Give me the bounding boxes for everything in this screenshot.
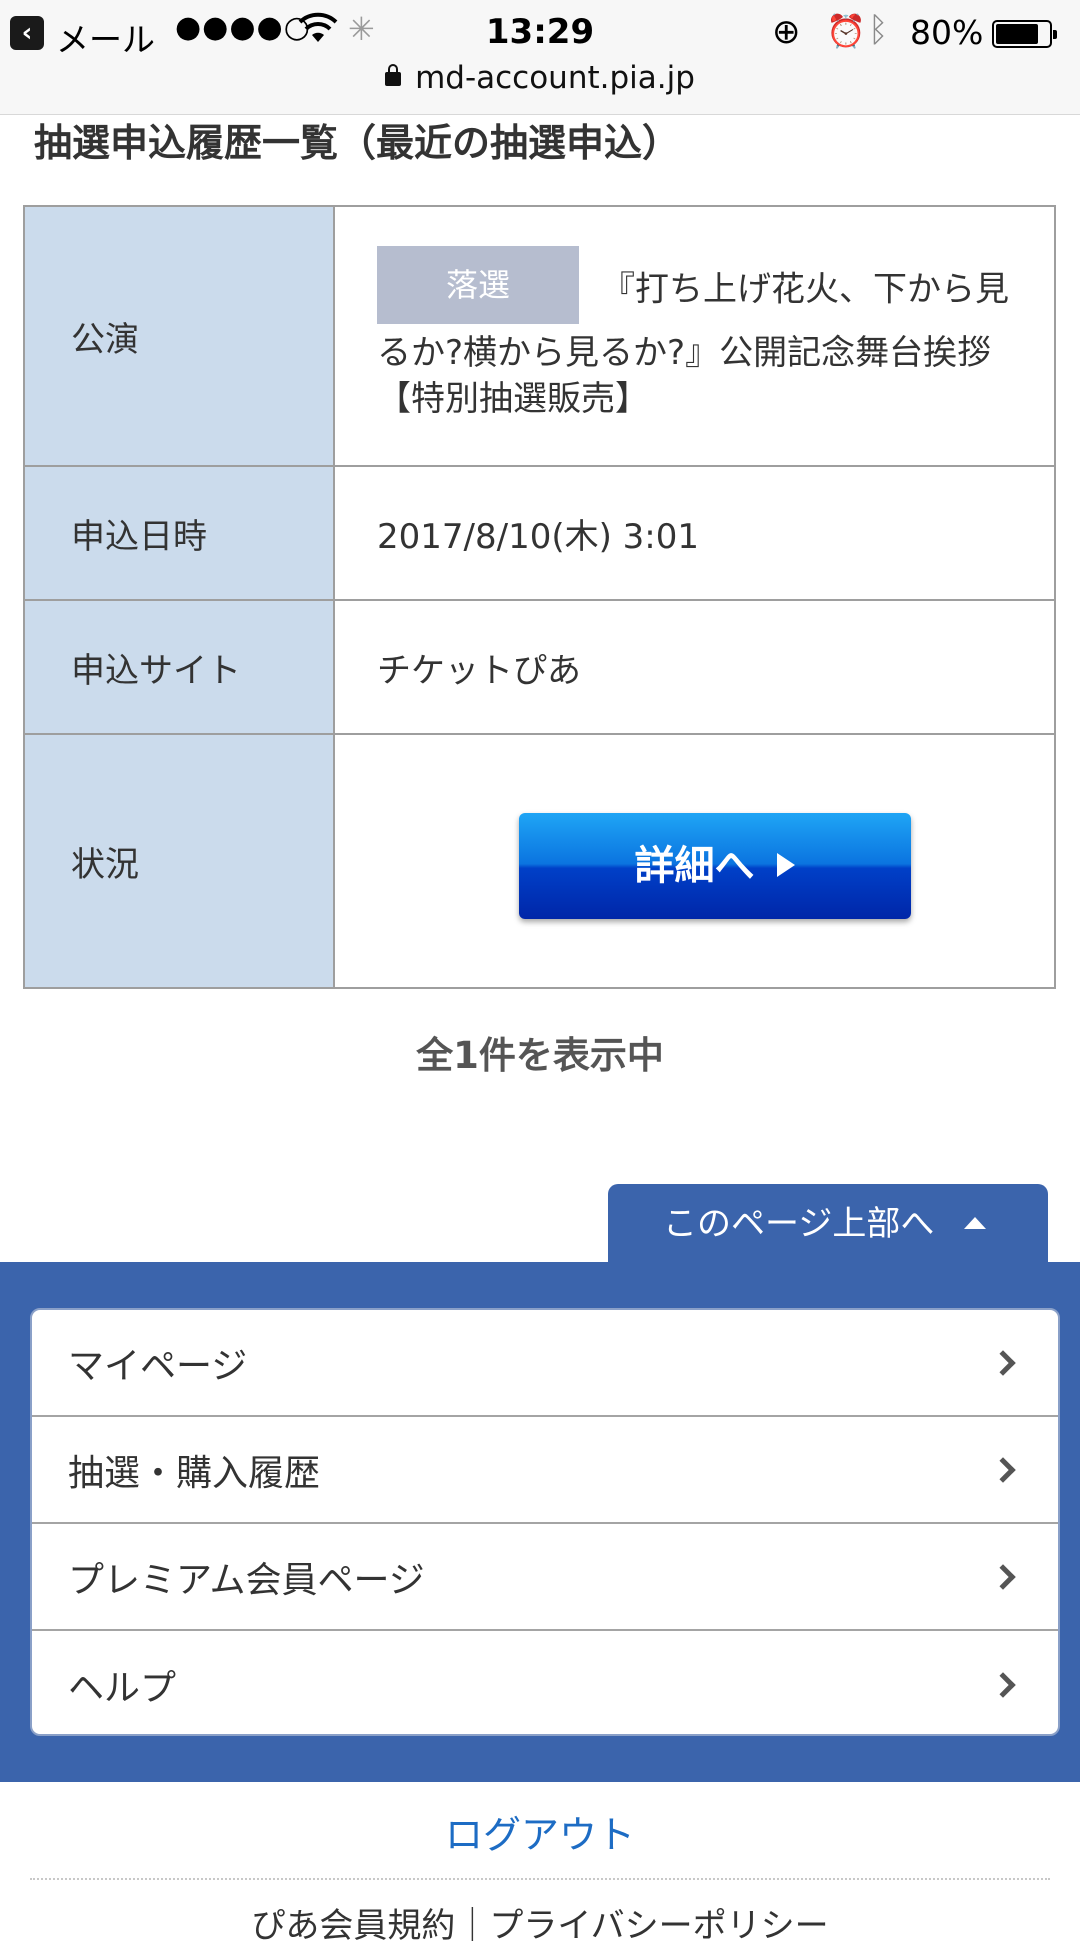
table-row-status: 状況 詳細へ <box>25 735 1054 987</box>
result-count: 全1件を表示中 <box>416 1034 664 1077</box>
status-cell: 詳細へ <box>335 735 1054 987</box>
menu-item-help[interactable]: ヘルプ <box>32 1631 1058 1734</box>
row-label: 状況 <box>25 735 335 987</box>
address-bar[interactable]: md-account.pia.jp <box>0 60 1080 96</box>
menu-item-label: ヘルプ <box>68 1667 177 1709</box>
detail-button-label: 詳細へ <box>634 843 755 889</box>
chevron-right-icon <box>990 1349 1016 1376</box>
result-badge: 落選 <box>377 246 579 324</box>
row-label: 申込日時 <box>25 467 335 599</box>
menu-item-label: マイページ <box>68 1345 248 1387</box>
menu-item-premium[interactable]: プレミアム会員ページ <box>32 1524 1058 1631</box>
application-site: チケットぴあ <box>377 650 581 691</box>
play-arrow-icon <box>776 853 795 877</box>
status-bar: ‹ メール ●●●●○ ✳ 13:29 ⊕ ⏰ ᛒ 80% md-account… <box>0 0 1080 115</box>
table-row-site: 申込サイト チケットぴあ <box>25 601 1054 735</box>
battery-icon <box>992 20 1057 48</box>
menu-item-mypage[interactable]: マイページ <box>32 1310 1058 1417</box>
chevron-right-icon <box>990 1563 1016 1590</box>
rotation-lock-icon: ⊕ <box>772 12 801 52</box>
page-title: 抽選申込履歴一覧（最近の抽選申込） <box>34 121 681 165</box>
row-label: 申込サイト <box>25 601 335 733</box>
performance-cell: 落選 『打ち上げ花火、下から見るか?横から見るか?』公開記念舞台挨拶【特別抽選販売… <box>335 207 1054 465</box>
caret-up-icon <box>964 1216 987 1229</box>
footer-panel: マイページ 抽選・購入履歴 プレミアム会員ページ ヘルプ <box>0 1262 1080 1782</box>
bluetooth-icon: ᛒ <box>868 10 889 50</box>
chevron-right-icon <box>990 1671 1016 1698</box>
footer-links[interactable]: ぴあ会員規約｜プライバシーポリシー <box>0 1898 1080 1947</box>
menu-item-label: プレミアム会員ページ <box>68 1559 425 1601</box>
application-table: 公演 落選 『打ち上げ花火、下から見るか?横から見るか?』公開記念舞台挨拶【特別抽… <box>23 205 1056 989</box>
chevron-right-icon <box>990 1456 1016 1483</box>
alarm-icon: ⏰ <box>826 12 866 50</box>
row-label: 公演 <box>25 207 335 465</box>
battery-percent: 80% <box>910 13 984 52</box>
padlock-icon <box>385 64 402 86</box>
back-to-top-button[interactable]: このページ上部へ <box>608 1184 1048 1264</box>
application-date: 2017/8/10(木) 3:01 <box>377 516 700 557</box>
url-text: md-account.pia.jp <box>415 60 695 96</box>
table-row-date: 申込日時 2017/8/10(木) 3:01 <box>25 467 1054 601</box>
divider <box>30 1878 1050 1880</box>
detail-button[interactable]: 詳細へ <box>518 813 911 919</box>
back-to-top-label: このページ上部へ <box>663 1204 935 1244</box>
menu-item-history[interactable]: 抽選・購入履歴 <box>32 1417 1058 1524</box>
footer-menu: マイページ 抽選・購入履歴 プレミアム会員ページ ヘルプ <box>30 1308 1060 1736</box>
logout-link[interactable]: ログアウト <box>0 1804 1080 1859</box>
table-row-performance: 公演 落選 『打ち上げ花火、下から見るか?横から見るか?』公開記念舞台挨拶【特別抽… <box>25 207 1054 467</box>
menu-item-label: 抽選・購入履歴 <box>68 1452 321 1494</box>
